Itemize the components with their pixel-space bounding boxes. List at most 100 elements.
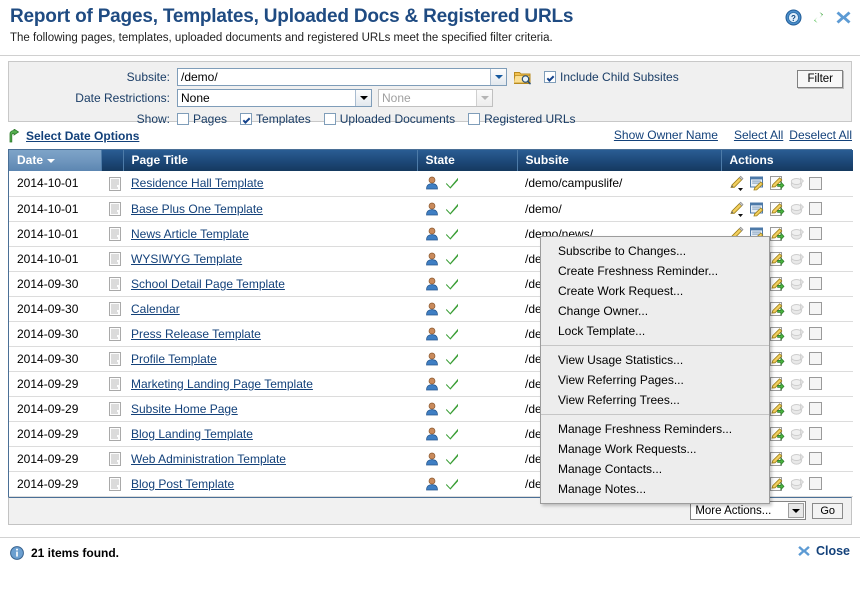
- page-title-link[interactable]: News Article Template: [131, 227, 249, 241]
- page-title-link[interactable]: Calendar: [131, 302, 180, 316]
- cell-doc-icon: [101, 371, 123, 397]
- context-menu-item[interactable]: Manage Work Requests...: [541, 439, 769, 459]
- column-header-page-title[interactable]: Page Title: [123, 150, 418, 171]
- page-title-link[interactable]: School Detail Page Template: [131, 277, 285, 291]
- publish-icon[interactable]: [769, 476, 785, 492]
- page-title-link[interactable]: Blog Landing Template: [131, 427, 253, 441]
- cell-actions: [721, 171, 853, 197]
- close-label: Close: [815, 543, 850, 558]
- templates-checkbox[interactable]: [240, 113, 253, 125]
- page-title-link[interactable]: Subsite Home Page: [131, 402, 238, 416]
- column-header-state[interactable]: State: [417, 150, 518, 171]
- cell-page-title: Subsite Home Page: [123, 396, 417, 422]
- table-row: 2014-10-01 Residence Hall Template/demo/c…: [9, 171, 853, 197]
- page-title-link[interactable]: Blog Post Template: [131, 477, 234, 491]
- cell-date: 2014-09-29: [9, 396, 101, 422]
- help-icon[interactable]: ?: [785, 9, 802, 26]
- select-row-checkbox[interactable]: [809, 202, 822, 215]
- preview-icon-disabled: [790, 252, 804, 265]
- publish-icon[interactable]: [769, 451, 785, 467]
- publish-icon[interactable]: [769, 351, 785, 367]
- show-option-templates[interactable]: Templates: [240, 112, 311, 126]
- column-header-date[interactable]: Date: [9, 150, 102, 171]
- select-all-link[interactable]: Select All: [734, 128, 783, 142]
- publish-icon[interactable]: [769, 201, 785, 217]
- include-child-subsites-checkbox[interactable]: [544, 71, 556, 83]
- select-row-checkbox[interactable]: [809, 277, 822, 290]
- context-menu-item[interactable]: Create Freshness Reminder...: [541, 261, 769, 281]
- context-menu-item[interactable]: View Usage Statistics...: [541, 350, 769, 370]
- page-title-link[interactable]: Residence Hall Template: [131, 176, 264, 190]
- page-title-link[interactable]: Base Plus One Template: [131, 202, 263, 216]
- publish-icon[interactable]: [769, 226, 785, 242]
- context-menu[interactable]: Subscribe to Changes... Create Freshness …: [540, 236, 770, 504]
- select-row-checkbox[interactable]: [809, 452, 822, 465]
- cell-subsite: /demo/campuslife/: [517, 171, 721, 197]
- context-menu-item[interactable]: Manage Freshness Reminders...: [541, 419, 769, 439]
- refresh-icon[interactable]: [810, 9, 827, 26]
- select-row-checkbox[interactable]: [809, 227, 822, 240]
- document-icon: [109, 201, 121, 216]
- select-row-checkbox[interactable]: [809, 352, 822, 365]
- include-child-subsites-row[interactable]: Include Child Subsites: [544, 70, 679, 84]
- context-menu-item[interactable]: View Referring Pages...: [541, 370, 769, 390]
- cell-doc-icon: [101, 221, 123, 247]
- publish-icon[interactable]: [769, 401, 785, 417]
- deselect-all-link[interactable]: Deselect All: [789, 128, 852, 142]
- publish-icon[interactable]: [769, 376, 785, 392]
- publish-icon[interactable]: [769, 175, 785, 191]
- select-row-checkbox[interactable]: [809, 302, 822, 315]
- context-menu-item[interactable]: Subscribe to Changes...: [541, 241, 769, 261]
- select-row-checkbox[interactable]: [809, 327, 822, 340]
- show-option-uploaded-documents[interactable]: Uploaded Documents: [323, 112, 455, 126]
- pages-checkbox[interactable]: [177, 113, 189, 125]
- uploaded-documents-checkbox[interactable]: [323, 113, 336, 125]
- select-row-checkbox[interactable]: [809, 402, 822, 415]
- document-icon: [109, 351, 121, 366]
- page-title-link[interactable]: Web Administration Template: [131, 452, 286, 466]
- column-header-subsite[interactable]: Subsite: [517, 150, 722, 171]
- edit-properties-icon[interactable]: [749, 175, 765, 191]
- context-menu-item[interactable]: Change Owner...: [541, 301, 769, 321]
- folder-search-icon[interactable]: [514, 70, 531, 85]
- publish-icon[interactable]: [769, 251, 785, 267]
- show-option-registered-urls[interactable]: Registered URLs: [468, 112, 576, 126]
- publish-icon[interactable]: [769, 426, 785, 442]
- page-title-link[interactable]: Marketing Landing Page Template: [131, 377, 313, 391]
- published-check-icon: [446, 178, 458, 189]
- cell-page-title: Blog Landing Template: [123, 421, 417, 447]
- close-icon[interactable]: [835, 9, 852, 26]
- select-row-checkbox[interactable]: [809, 252, 822, 265]
- show-option-pages[interactable]: Pages: [177, 112, 227, 126]
- preview-icon-disabled: [790, 327, 804, 340]
- subsite-select[interactable]: /demo/: [177, 68, 507, 86]
- publish-icon[interactable]: [769, 301, 785, 317]
- select-date-options-link-wrap[interactable]: Select Date Options: [8, 129, 139, 143]
- registered-urls-checkbox[interactable]: [468, 113, 481, 125]
- publish-icon[interactable]: [769, 276, 785, 292]
- filter-button[interactable]: Filter: [797, 70, 843, 88]
- page-title-link[interactable]: Profile Template: [131, 352, 217, 366]
- context-menu-item[interactable]: View Referring Trees...: [541, 390, 769, 410]
- select-row-checkbox[interactable]: [809, 477, 822, 490]
- show-owner-name-link[interactable]: Show Owner Name: [614, 128, 718, 142]
- select-row-checkbox[interactable]: [809, 176, 822, 190]
- select-row-checkbox[interactable]: [809, 377, 822, 390]
- select-date-options-link[interactable]: Select Date Options: [26, 129, 139, 143]
- edit-dropdown-icon[interactable]: [729, 201, 745, 217]
- owner-person-icon: [426, 377, 438, 390]
- edit-properties-icon[interactable]: [749, 201, 765, 217]
- select-row-checkbox[interactable]: [809, 427, 822, 440]
- page-title-link[interactable]: WYSIWYG Template: [131, 252, 242, 266]
- edit-dropdown-icon[interactable]: [729, 175, 745, 192]
- date-restrictions-select[interactable]: None: [177, 89, 372, 107]
- close-button[interactable]: Close: [797, 544, 850, 558]
- context-menu-item[interactable]: Create Work Request...: [541, 281, 769, 301]
- context-menu-item[interactable]: Manage Contacts...: [541, 459, 769, 479]
- page-title-link[interactable]: Press Release Template: [131, 327, 261, 341]
- publish-icon[interactable]: [769, 326, 785, 342]
- page-title: Report of Pages, Templates, Uploaded Doc…: [10, 6, 574, 27]
- context-menu-item[interactable]: Lock Template...: [541, 321, 769, 341]
- go-button[interactable]: Go: [812, 502, 843, 519]
- context-menu-item[interactable]: Manage Notes...: [541, 479, 769, 499]
